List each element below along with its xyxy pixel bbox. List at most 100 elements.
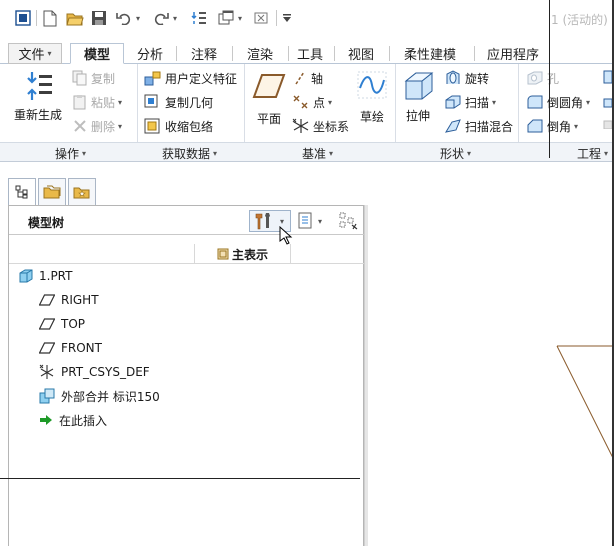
tree-filter-icon	[339, 212, 358, 230]
group-operations[interactable]: 操作 ▾	[55, 145, 86, 162]
chevron-down-icon: ▾	[574, 121, 579, 131]
regenerate-button[interactable]: 重新生成	[14, 70, 62, 123]
regenerate-icon	[27, 72, 52, 100]
chevron-down-icon: ▾	[280, 216, 285, 226]
ribbon: 重新生成 复制 粘贴 ▾ 删除 ▾ 用户定义特征 复制几何 收缩包络 平面 轴 …	[0, 64, 614, 142]
insert-here-icon	[40, 415, 52, 425]
hole-button[interactable]: 孔	[526, 67, 559, 89]
tab-view-label: 视图	[347, 48, 374, 63]
customize-icon[interactable]	[281, 9, 293, 27]
copy-icon	[72, 70, 87, 86]
save-icon[interactable]	[90, 9, 108, 27]
favorites-icon	[73, 187, 90, 199]
tab-model[interactable]: 模型	[70, 43, 124, 64]
tab-favorites[interactable]	[68, 178, 96, 206]
tab-flexible-modeling[interactable]: 柔性建模	[394, 43, 466, 64]
extrude-icon	[404, 72, 434, 100]
round-button[interactable]: 倒圆角 ▾	[526, 91, 590, 113]
tab-analysis[interactable]: 分析	[128, 43, 172, 64]
tab-analysis-label: 分析	[136, 48, 163, 63]
column-main-label: 主表示	[231, 247, 268, 262]
tree-item-part[interactable]: 1.PRT	[19, 266, 72, 286]
show-icon	[298, 212, 312, 229]
external-merge-icon	[39, 388, 55, 404]
tab-folder-browser[interactable]	[38, 178, 66, 206]
tree-item-label: 1.PRT	[39, 269, 73, 283]
tab-annotate[interactable]: 注释	[180, 43, 228, 64]
axis-button[interactable]: 轴	[292, 67, 323, 89]
tab-flexible-modeling-label: 柔性建模	[403, 48, 456, 63]
ribbon-tabs: 文件 ▾ 模型 分析 注释 渲染 工具 视图 柔性建模 应用程序	[0, 38, 614, 64]
chevron-down-icon: ▾	[47, 49, 52, 58]
show-options-button[interactable]: ▾	[297, 210, 331, 232]
shrinkwrap-button[interactable]: 收缩包络	[144, 115, 213, 137]
chamfer-button[interactable]: 倒角 ▾	[526, 115, 578, 137]
tree-item-label: 外部合并 标识150	[61, 389, 160, 404]
mouse-cursor-icon	[279, 226, 293, 245]
model-tree-title: 模型树	[28, 216, 65, 230]
paste-label: 粘贴	[91, 95, 116, 110]
round-icon	[527, 95, 543, 109]
paste-icon	[73, 95, 86, 110]
chevron-down-icon: ▾	[213, 149, 218, 158]
new-icon[interactable]	[41, 9, 59, 27]
point-button[interactable]: 点 ▾	[292, 91, 332, 113]
navigator-sash[interactable]	[364, 205, 368, 546]
plane-label: 平面	[256, 112, 281, 126]
tab-render[interactable]: 渲染	[236, 43, 284, 64]
tree-item-external-merge[interactable]: 外部合并 标识150	[39, 386, 160, 406]
tab-model-tree[interactable]	[8, 178, 36, 206]
window-divider	[549, 0, 550, 158]
group-get-data[interactable]: 获取数据 ▾	[162, 145, 217, 162]
chevron-down-icon: ▾	[586, 97, 591, 107]
chevron-down-icon: ▾	[118, 121, 123, 131]
sweep-button[interactable]: 扫描 ▾	[444, 91, 496, 113]
sketch-label: 草绘	[359, 110, 384, 124]
plane-button[interactable]: 平面	[252, 72, 286, 127]
tree-item-top[interactable]: TOP	[39, 314, 85, 334]
paste-button[interactable]: 粘贴 ▾	[72, 91, 122, 113]
copy-geometry-button[interactable]: 复制几何	[144, 91, 213, 113]
copy-button[interactable]: 复制	[72, 67, 115, 89]
csys-icon	[39, 364, 54, 379]
tree-item-label: PRT_CSYS_DEF	[61, 365, 150, 379]
tree-item-right[interactable]: RIGHT	[39, 290, 99, 310]
delete-button[interactable]: 删除 ▾	[72, 115, 122, 137]
extrude-button[interactable]: 拉伸	[402, 69, 434, 124]
tab-render-label: 渲染	[246, 48, 273, 63]
sketch-button[interactable]: 草绘	[356, 70, 388, 125]
open-icon[interactable]	[65, 9, 85, 27]
swept-blend-icon	[444, 119, 461, 133]
tab-applications[interactable]: 应用程序	[478, 43, 548, 64]
column-main-representation[interactable]: 主表示	[194, 244, 291, 264]
tab-view[interactable]: 视图	[338, 43, 384, 64]
tree-item-insert-here[interactable]: 在此插入	[39, 410, 107, 430]
tab-tools[interactable]: 工具	[290, 43, 330, 64]
quick-access-toolbar: ▾ ▾ ▾ 1 (活动的)	[0, 0, 614, 38]
group-shapes[interactable]: 形状 ▾	[440, 145, 471, 162]
group-datum[interactable]: 基准 ▾	[302, 145, 333, 162]
copy-geometry-label: 复制几何	[165, 95, 214, 110]
sweep-icon	[445, 95, 461, 109]
swept-blend-button[interactable]: 扫描混合	[444, 115, 513, 137]
tree-item-front[interactable]: FRONT	[39, 338, 102, 358]
chevron-down-icon: ▾	[604, 149, 609, 158]
datum-plane-icon	[252, 74, 286, 98]
group-engineering[interactable]: 工程 ▾	[577, 145, 608, 162]
redo-icon[interactable]: ▾	[151, 9, 179, 27]
window-title: 1 (活动的)	[551, 13, 608, 27]
group-operations-label: 操作	[55, 147, 80, 161]
windows-icon[interactable]: ▾	[214, 9, 246, 27]
udf-button[interactable]: 用户定义特征	[144, 67, 237, 89]
undo-icon[interactable]: ▾	[114, 9, 142, 27]
revolve-button[interactable]: 旋转	[444, 67, 489, 89]
regenerate-icon[interactable]	[190, 9, 208, 27]
close-window-icon[interactable]	[253, 9, 269, 27]
tree-filter-button[interactable]	[339, 210, 361, 232]
tree-item-csys[interactable]: PRT_CSYS_DEF	[39, 362, 150, 382]
tree-item-label: FRONT	[61, 341, 102, 355]
csys-button[interactable]: 坐标系	[292, 115, 349, 137]
window-icon[interactable]	[14, 9, 32, 27]
model-edge-graphic	[556, 345, 614, 461]
tab-file[interactable]: 文件 ▾	[8, 43, 62, 64]
